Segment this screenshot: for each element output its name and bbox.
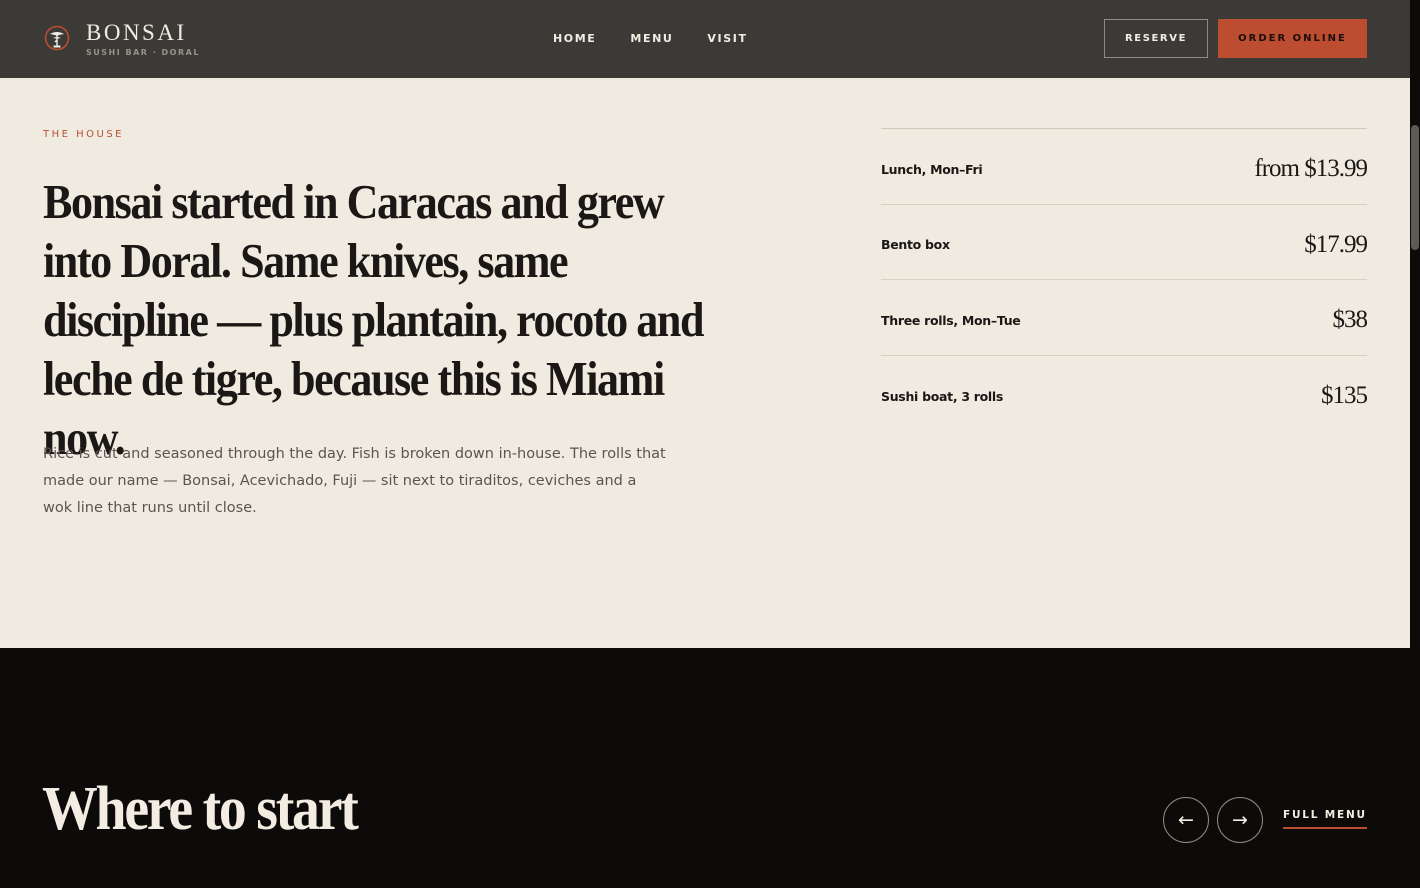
bonsai-tree-icon[interactable]	[44, 23, 70, 53]
site-header: BONSAI SUSHI BAR · DORAL HOME MENU VISIT…	[0, 0, 1410, 78]
house-headline: Bonsai started in Caracas and grew into …	[43, 174, 705, 465]
order-online-button[interactable]: ORDER ONLINE	[1218, 19, 1367, 58]
arrow-left-icon: ←	[1178, 809, 1194, 831]
nav-link-home[interactable]: HOME	[553, 32, 596, 46]
price-row: Bento box $17.99	[881, 205, 1368, 280]
carousel-next-button[interactable]: →	[1217, 797, 1263, 843]
section-eyebrow: THE HOUSE	[43, 129, 125, 140]
price-value: $38	[1332, 306, 1368, 334]
house-body-text: Rice is cut and seasoned through the day…	[43, 446, 666, 516]
price-value: $135	[1321, 382, 1368, 410]
price-list: Lunch, Mon–Fri from $13.99 Bento box $17…	[881, 128, 1368, 432]
price-row: Lunch, Mon–Fri from $13.99	[881, 129, 1368, 205]
price-value: $17.99	[1304, 230, 1368, 258]
scrollbar-thumb[interactable]	[1411, 125, 1419, 250]
where-to-start-heading: Where to start	[42, 775, 359, 843]
arrow-right-icon: →	[1232, 809, 1248, 831]
brand-name[interactable]: BONSAI	[86, 20, 187, 46]
price-label: Lunch, Mon–Fri	[881, 161, 983, 177]
nav-link-menu[interactable]: MENU	[630, 32, 673, 46]
price-value: from $13.99	[1254, 155, 1368, 183]
price-label: Three rolls, Mon–Tue	[881, 312, 1021, 328]
main-nav: HOME MENU VISIT	[553, 32, 782, 46]
carousel-prev-button[interactable]: ←	[1163, 797, 1209, 843]
brand-tagline: SUSHI BAR · DORAL	[86, 48, 200, 57]
price-row: Three rolls, Mon–Tue $38	[881, 280, 1368, 356]
price-label: Sushi boat, 3 rolls	[881, 388, 1004, 404]
full-menu-link[interactable]: FULL MENU	[1283, 808, 1367, 829]
price-label: Bento box	[881, 237, 950, 253]
house-section: THE HOUSE Bonsai started in Caracas and …	[0, 78, 1410, 648]
nav-link-visit[interactable]: VISIT	[707, 32, 747, 46]
reserve-button[interactable]: RESERVE	[1104, 19, 1208, 58]
price-row: Sushi boat, 3 rolls $135	[881, 356, 1368, 432]
